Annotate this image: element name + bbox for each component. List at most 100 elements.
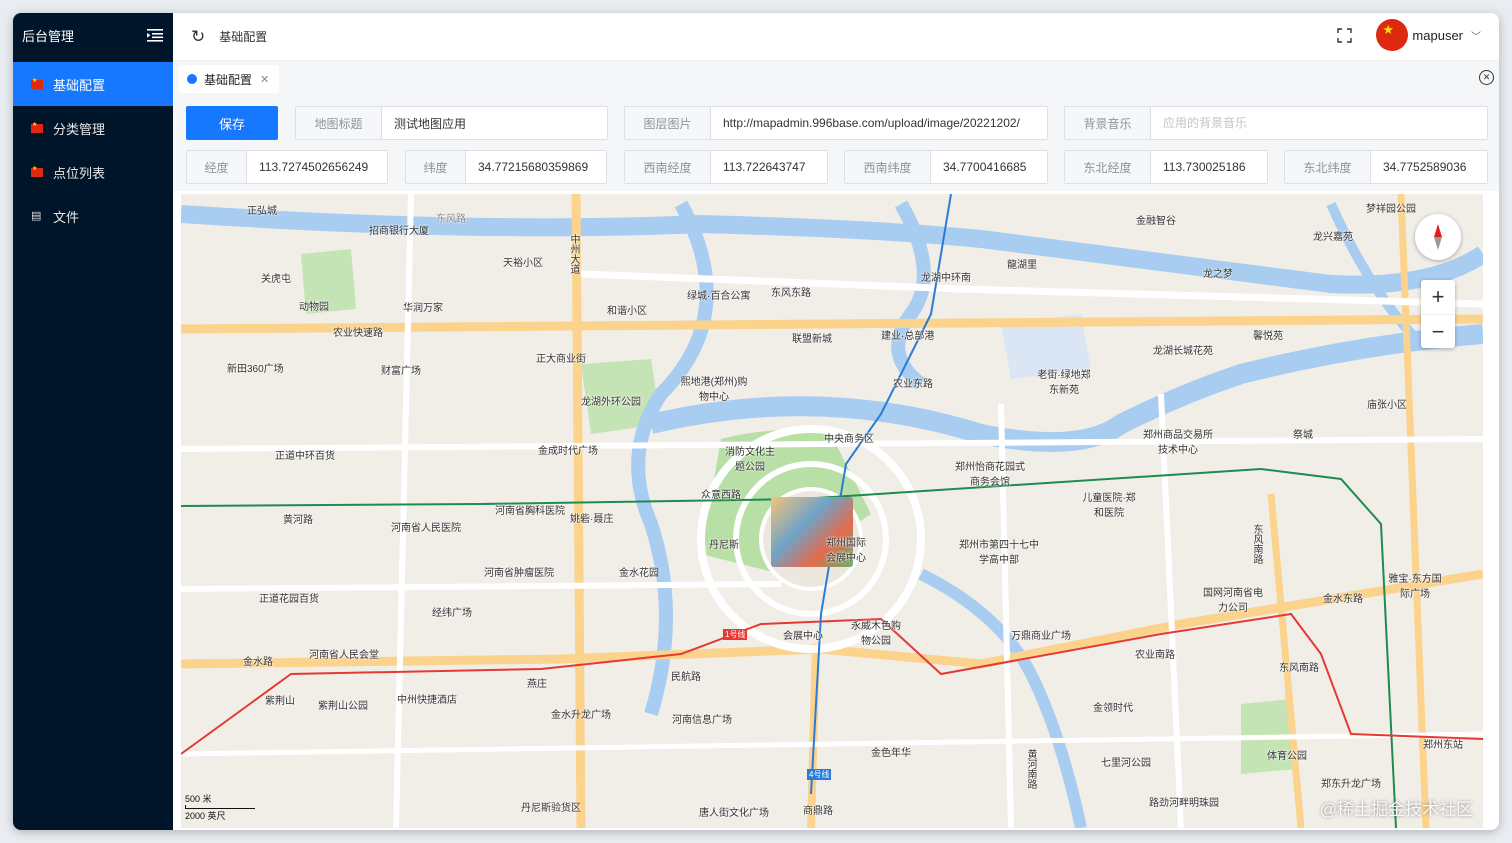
app-title: 后台管理	[22, 28, 75, 44]
field-label: 西南纬度	[845, 151, 931, 183]
watermark: @稀土掘金技术社区	[1319, 800, 1473, 819]
map-label: 招商银行大厦	[369, 226, 429, 237]
app-window: 后台管理 基础配置 分类管理 点位列表 ▤ 文件	[13, 13, 1499, 830]
sw-lat-field: 西南纬度	[844, 150, 1048, 184]
map-label: 中央商务区	[824, 434, 874, 445]
compass-icon[interactable]	[1415, 214, 1461, 260]
map-label: 关虎屯	[261, 274, 291, 285]
map-label: 新田360广场	[227, 364, 284, 375]
zoom-in-button[interactable]: +	[1421, 280, 1455, 314]
sw-lng-input[interactable]	[711, 151, 827, 183]
tab-bar: 基础配置 ✕ ✕	[173, 61, 1499, 97]
map-label: 祭城	[1293, 430, 1313, 441]
ne-lng-input[interactable]	[1151, 151, 1267, 183]
ne-lng-field: 东北经度	[1064, 150, 1268, 184]
field-label: 东北经度	[1065, 151, 1151, 183]
map-label: 天裕小区	[503, 258, 543, 269]
map-label: 燕庄	[527, 679, 547, 690]
sidebar-item-files[interactable]: ▤ 文件	[13, 194, 173, 238]
config-form: 保存 地图标题 图层图片 背景音乐 经度 纬度 西南经度	[173, 97, 1499, 191]
username[interactable]: mapuser	[1412, 28, 1463, 43]
map-title-input[interactable]	[382, 107, 607, 139]
menu-fold-icon[interactable]	[147, 28, 163, 42]
sidebar-item-label: 基础配置	[53, 77, 106, 93]
map-label: 龙之梦	[1203, 269, 1233, 280]
chevron-down-icon[interactable]: ﹀	[1471, 28, 1481, 43]
sidebar-item-label: 文件	[53, 209, 80, 225]
map-label: 东风南路	[1279, 663, 1319, 674]
lng-field: 经度	[186, 150, 388, 184]
save-button[interactable]: 保存	[186, 106, 278, 140]
field-label: 西南经度	[625, 151, 711, 183]
map-label: 河南省人民医院	[391, 523, 461, 534]
map-label: 梦祥园公园	[1366, 204, 1416, 215]
lng-input[interactable]	[247, 151, 387, 183]
avatar[interactable]	[1376, 19, 1409, 51]
ne-lat-input[interactable]	[1371, 151, 1487, 183]
map-label: 中州快捷酒店	[397, 695, 457, 706]
lat-input[interactable]	[466, 151, 606, 183]
map-label: 金水升龙广场	[551, 710, 611, 721]
map-label: 紫荆山	[265, 696, 295, 707]
map-label: 永威木色购物公园	[851, 621, 901, 647]
sidebar-item-category[interactable]: 分类管理	[13, 106, 173, 150]
map-label: 金水花园	[619, 568, 659, 579]
fullscreen-icon[interactable]	[1337, 27, 1353, 43]
refresh-icon[interactable]: ↻	[191, 27, 205, 47]
field-label: 东北纬度	[1285, 151, 1371, 183]
lat-field: 纬度	[405, 150, 607, 184]
map-label: 众意西路	[701, 490, 741, 501]
map-label: 金水路	[243, 657, 273, 668]
map-view[interactable]: 正弘城 招商银行大厦 东风路 中州大道 天裕小区 关虎屯 动物园 华润万家 农业…	[181, 194, 1483, 828]
map-label: 郑州市第四十七中学高中部	[959, 540, 1039, 566]
map-label: 金领时代	[1093, 703, 1133, 714]
map-label: 郑东升龙广场	[1321, 779, 1381, 790]
sidebar-item-point-list[interactable]: 点位列表	[13, 150, 173, 194]
map-label: 绿城·百合公寓	[687, 291, 751, 302]
scale-metric: 500 米	[185, 794, 212, 804]
sidebar: 后台管理 基础配置 分类管理 点位列表 ▤ 文件	[13, 13, 173, 830]
map-label: 黄河路	[283, 515, 313, 526]
layer-image-input[interactable]	[711, 107, 1047, 139]
tab-basic-config[interactable]: 基础配置 ✕	[179, 65, 280, 93]
zoom-control: + −	[1421, 280, 1455, 348]
map-label: 商鼎路	[803, 806, 833, 817]
sw-lat-input[interactable]	[931, 151, 1047, 183]
breadcrumb: 基础配置	[219, 30, 268, 44]
map-label: 河南省胸科医院	[495, 506, 565, 517]
sw-lng-field: 西南经度	[624, 150, 828, 184]
field-label: 纬度	[406, 151, 466, 183]
map-label: 熙地港(郑州)购物中心	[680, 377, 748, 403]
map-label: 消防文化主题公园	[725, 447, 775, 473]
map-label: 华润万家	[403, 303, 443, 314]
map-label: 正大商业街	[536, 354, 586, 365]
zoom-out-button[interactable]: −	[1421, 314, 1455, 348]
map-label: 丹尼斯验货区	[521, 803, 581, 814]
map-label: 郑州怡商花园式商务会馆	[955, 462, 1025, 488]
close-all-icon[interactable]: ✕	[1479, 70, 1494, 85]
field-label: 经度	[187, 151, 247, 183]
map-label: 龍湖里	[1007, 260, 1037, 271]
map-label: 民航路	[671, 672, 701, 683]
metro-line-badge: 1号线	[723, 629, 748, 640]
tab-label: 基础配置	[204, 72, 253, 87]
layer-image-field: 图层图片	[624, 106, 1048, 140]
map-label: 路劲河畔明珠园	[1149, 798, 1219, 809]
map-label: 农业快速路	[333, 328, 383, 339]
map-label: 丹尼斯	[709, 540, 739, 551]
map-label: 黄河南路	[1025, 749, 1036, 789]
sidebar-item-basic-config[interactable]: 基础配置	[13, 62, 173, 106]
close-icon[interactable]: ✕	[260, 73, 269, 86]
field-label: 图层图片	[625, 107, 711, 139]
map-label: 会展中心	[783, 631, 823, 642]
map-label: 正道花园百货	[259, 594, 319, 605]
map-label: 体育公园	[1267, 751, 1307, 762]
map-label: 金成时代广场	[538, 446, 598, 457]
map-label: 儿童医院·郑和医院	[1082, 493, 1136, 519]
map-label: 正道中环百货	[275, 451, 335, 462]
map-label: 金水东路	[1323, 594, 1363, 605]
top-header: ↻ 基础配置 mapuser ﹀	[173, 13, 1499, 61]
china-flag-icon	[31, 165, 43, 177]
active-dot-icon	[187, 74, 197, 84]
bg-music-input[interactable]	[1151, 107, 1487, 139]
